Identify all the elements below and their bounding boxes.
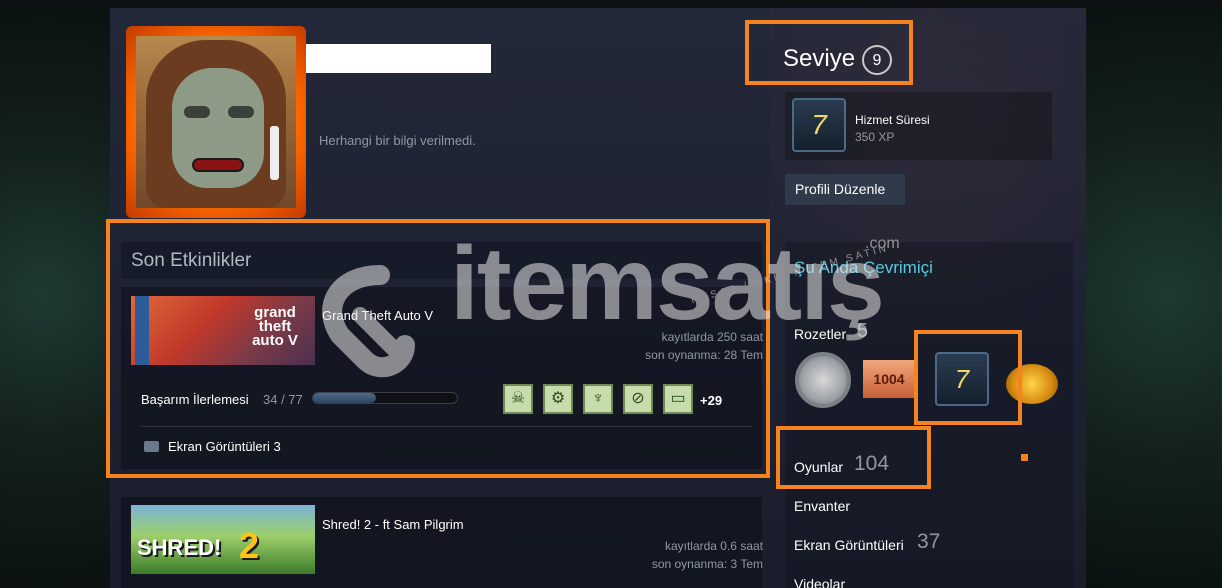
games-count[interactable]: 104 (854, 452, 889, 476)
service-years-badge-icon[interactable]: 7 (792, 98, 846, 152)
top-bar (0, 0, 1222, 8)
badges-link[interactable]: Rozetler (794, 326, 846, 342)
background-left (0, 0, 110, 588)
avatar (136, 36, 296, 208)
shred-capsule-image[interactable]: SHRED! 2 (131, 505, 315, 574)
game-name[interactable]: Grand Theft Auto V (322, 308, 433, 323)
videos-link[interactable]: Videolar (794, 576, 845, 588)
runner-achievement-icon[interactable]: ⊘ (623, 384, 653, 414)
shred-capsule-title: SHRED! (137, 535, 222, 560)
avatar-eye-left (184, 106, 210, 118)
1004-badge-icon[interactable]: 1004 (863, 360, 915, 398)
gta-capsule-side (135, 296, 149, 365)
silver-badge-icon[interactable] (795, 352, 851, 408)
badges-count[interactable]: 5 (857, 320, 868, 343)
camera-icon (144, 441, 159, 452)
level-label: Seviye (783, 45, 856, 72)
achievement-more[interactable]: +29 (700, 393, 722, 408)
screenshots-count[interactable]: 37 (917, 530, 940, 554)
background-right (1086, 0, 1222, 588)
profile-summary: Herhangi bir bilgi verilmedi. (319, 133, 476, 148)
game-screenshots-link[interactable]: Ekran Görüntüleri 3 (168, 439, 281, 454)
achievement-label: Başarım İlerlemesi (141, 392, 249, 407)
shred-capsule-number: 2 (239, 525, 260, 566)
game-name[interactable]: Shred! 2 - ft Sam Pilgrim (322, 517, 464, 532)
game-hours: kayıtlarda 0.6 saat (664, 539, 763, 553)
gta-capsule-image[interactable]: grand theft auto V (131, 296, 315, 365)
featured-badge-title: Hizmet Süresi (855, 113, 930, 127)
gta-capsule-logo: grand theft auto V (252, 304, 298, 349)
inventory-link[interactable]: Envanter (794, 498, 850, 514)
achievement-progress-bar (312, 392, 458, 404)
trophy-achievement-icon[interactable]: ♆ (583, 384, 613, 414)
car-achievement-icon[interactable]: ▭ (663, 384, 693, 414)
activity-title: Son Etkinlikler (131, 250, 252, 271)
divider (141, 426, 752, 427)
game-last-played: son oynanma: 3 Tem (651, 557, 763, 571)
featured-badge-xp: 350 XP (855, 130, 895, 144)
badge-highlight-box (914, 330, 1022, 425)
game-last-played: son oynanma: 28 Tem (645, 348, 763, 362)
avatar-eye-right (228, 106, 254, 118)
highlight-dot (1021, 454, 1028, 461)
edit-profile-button[interactable]: Profili Düzenle (785, 174, 905, 205)
level-number[interactable]: 9 (862, 45, 892, 75)
achievement-progress-fill (313, 393, 377, 403)
screenshots-link[interactable]: Ekran Görüntüleri (794, 537, 904, 553)
game-hours: kayıtlarda 250 saat (661, 330, 763, 344)
online-status: Şu Anda Çevrimiçi (794, 258, 933, 277)
profile-name-redacted (306, 44, 491, 73)
avatar-frame[interactable] (126, 26, 306, 218)
avatar-mouth (192, 158, 244, 172)
skull-achievement-icon[interactable]: ☠ (503, 384, 533, 414)
achievement-count: 34 / 77 (263, 392, 303, 407)
games-link[interactable]: Oyunlar (794, 459, 843, 475)
avatar-joint (270, 126, 279, 180)
gear-achievement-icon[interactable]: ⚙ (543, 384, 573, 414)
